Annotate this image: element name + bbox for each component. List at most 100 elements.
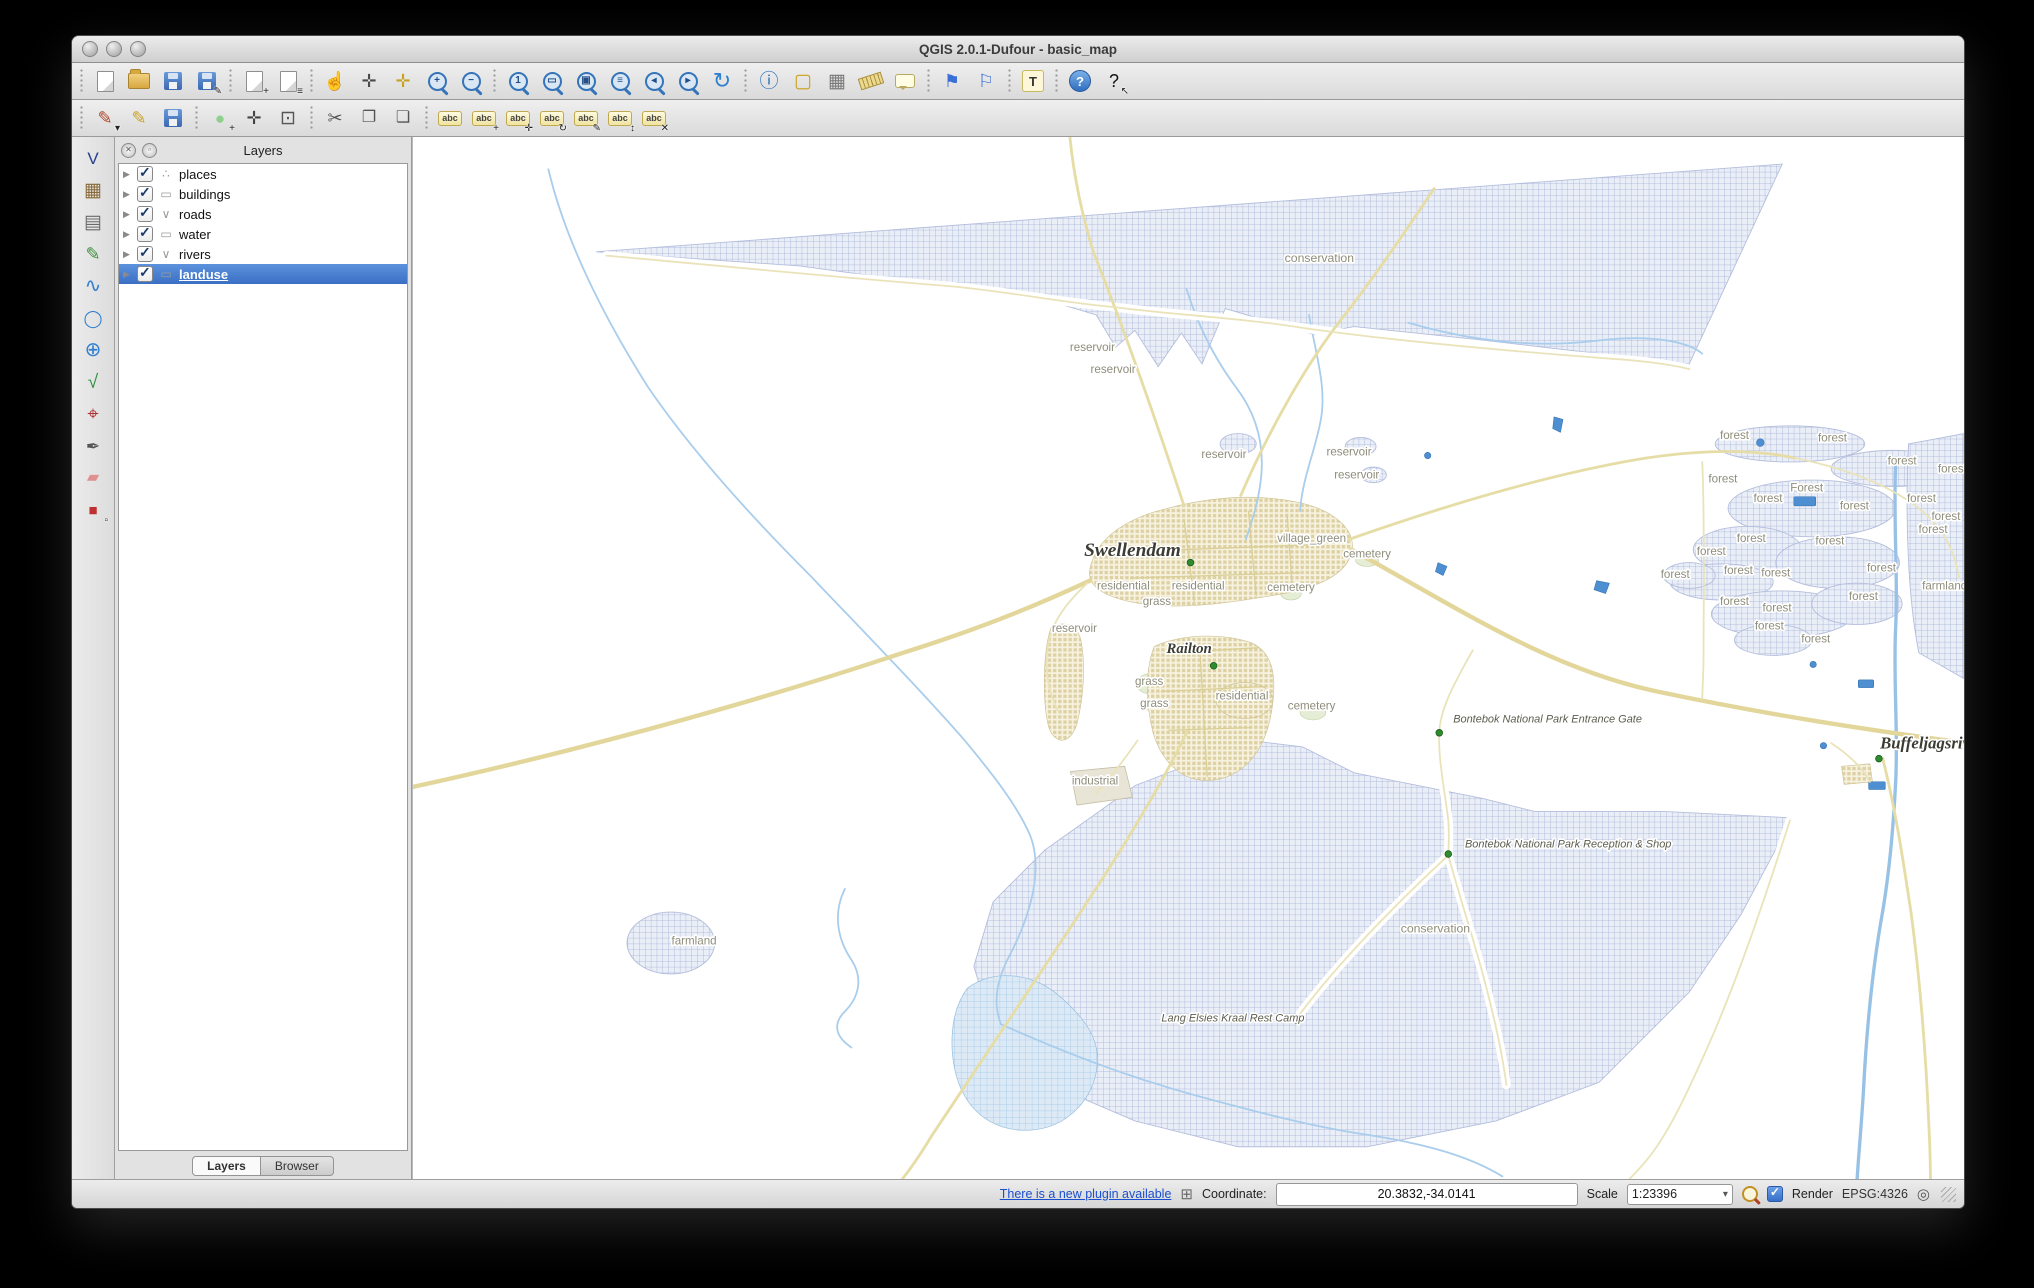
- zoom-last-icon[interactable]: ◂: [638, 66, 670, 96]
- current-edits-icon[interactable]: ✎ ▾: [89, 103, 121, 134]
- layer-name: roads: [179, 206, 212, 222]
- resize-grip[interactable]: [1941, 1186, 1956, 1202]
- layer-name: places: [179, 166, 217, 182]
- spline-plugin-icon[interactable]: ∿: [77, 271, 109, 301]
- labeling-options-icon[interactable]: abc: [434, 103, 466, 133]
- pan-to-selection-icon[interactable]: ✛: [387, 66, 419, 96]
- plugin-builder-icon[interactable]: ■ ▫: [77, 495, 109, 527]
- render-checkbox[interactable]: [1766, 1185, 1783, 1202]
- pin-label-icon[interactable]: abc ↕: [604, 103, 636, 134]
- layer-visibility-checkbox[interactable]: [137, 264, 153, 282]
- zoom-out-icon[interactable]: −: [455, 66, 487, 96]
- expand-arrow[interactable]: ▶: [123, 229, 132, 240]
- map-label: forest: [1737, 532, 1767, 545]
- tab-browser[interactable]: Browser: [260, 1156, 334, 1176]
- crs-status-icon[interactable]: ◎: [1917, 1185, 1930, 1203]
- map-label: forest: [1849, 590, 1879, 603]
- map-label: forest: [1763, 602, 1793, 615]
- pan-map-icon[interactable]: ✛: [353, 66, 385, 96]
- new-project-icon[interactable]: [89, 66, 121, 96]
- eraser-plugin-icon[interactable]: ▰: [77, 463, 109, 493]
- move-feature-icon[interactable]: ✛: [238, 103, 270, 133]
- copy-features-icon[interactable]: ❐: [353, 103, 385, 133]
- add-raster-layer-icon[interactable]: ▦: [77, 175, 109, 205]
- composer-manager-icon[interactable]: ≡: [272, 66, 304, 97]
- maximize-button[interactable]: [130, 41, 146, 57]
- plugin-manager-icon[interactable]: ⊞: [1180, 1185, 1193, 1203]
- touch-zoom-icon[interactable]: ☝: [319, 66, 351, 96]
- new-bookmark-icon[interactable]: ⚑: [936, 66, 968, 96]
- open-project-icon[interactable]: [123, 66, 155, 96]
- expand-arrow[interactable]: ▶: [123, 249, 132, 260]
- checker-plugin-icon[interactable]: √: [77, 367, 109, 397]
- text-annotation-icon[interactable]: T: [1017, 66, 1049, 96]
- expand-arrow[interactable]: ▶: [123, 269, 132, 280]
- map-tips-icon[interactable]: [889, 66, 921, 96]
- layer-item-buildings[interactable]: ▶ ▭ buildings: [119, 184, 407, 204]
- close-button[interactable]: [82, 41, 98, 57]
- add-vector-layer-icon[interactable]: V: [77, 143, 109, 173]
- tab-layers[interactable]: Layers: [192, 1156, 261, 1176]
- expand-arrow[interactable]: ▶: [123, 189, 132, 200]
- layer-item-places[interactable]: ▶ ∴ places: [119, 164, 407, 184]
- layer-item-rivers[interactable]: ▶ ∨ rivers: [119, 244, 407, 264]
- layer-visibility-checkbox[interactable]: [137, 164, 153, 182]
- gps-tools-icon[interactable]: ⌖: [77, 399, 109, 429]
- identify-features-icon[interactable]: ⓘ: [753, 66, 785, 96]
- circle-plugin-icon[interactable]: ◯: [77, 303, 109, 333]
- select-features-icon[interactable]: ▢: [787, 66, 819, 96]
- web-plugin-icon[interactable]: ⊕: [77, 335, 109, 365]
- save-project-icon[interactable]: [157, 66, 189, 96]
- move-label-icon[interactable]: abc ✛: [502, 103, 534, 134]
- zoom-full-icon[interactable]: ▭: [536, 66, 568, 96]
- panel-detach-button[interactable]: ▫: [142, 142, 157, 158]
- minimize-button[interactable]: [106, 41, 122, 57]
- scale-combobox[interactable]: 1:23396 ▾: [1626, 1183, 1733, 1205]
- show-hide-labels-icon[interactable]: abc ✕: [638, 103, 670, 134]
- rotate-label-icon[interactable]: abc ↻: [536, 103, 568, 134]
- annotation-pen-icon[interactable]: ✎: [77, 239, 109, 269]
- cut-features-icon[interactable]: ✂: [319, 103, 351, 133]
- expand-arrow[interactable]: ▶: [123, 169, 132, 180]
- add-label-icon[interactable]: abc +: [468, 103, 500, 134]
- expand-arrow[interactable]: ▶: [123, 209, 132, 220]
- layer-item-water[interactable]: ▶ ▭ water: [119, 224, 407, 244]
- coordinate-input[interactable]: [1275, 1182, 1578, 1206]
- change-label-icon[interactable]: abc ✎: [570, 103, 602, 134]
- zoom-next-icon[interactable]: ▸: [672, 66, 704, 96]
- add-database-layer-icon[interactable]: ▤: [77, 207, 109, 237]
- scale-magnifier-icon[interactable]: [1741, 1186, 1758, 1202]
- pin-plugin-icon[interactable]: ✒: [77, 431, 109, 461]
- add-feature-icon[interactable]: ● +: [204, 103, 236, 135]
- zoom-actual-icon[interactable]: 1: [502, 66, 534, 96]
- refresh-map-icon[interactable]: ↻: [706, 66, 738, 96]
- place-point: [1186, 558, 1195, 567]
- toggle-editing-icon[interactable]: ✎: [123, 103, 155, 133]
- save-layer-edits-icon[interactable]: [157, 103, 189, 133]
- layer-visibility-checkbox[interactable]: [137, 224, 153, 242]
- layer-visibility-checkbox[interactable]: [137, 204, 153, 222]
- node-tool-icon[interactable]: ⊡: [272, 103, 304, 133]
- whats-this-icon[interactable]: ? ↖: [1098, 66, 1130, 97]
- show-bookmarks-icon[interactable]: ⚐: [970, 66, 1002, 96]
- layer-visibility-checkbox[interactable]: [137, 184, 153, 202]
- map-label: forest: [1815, 535, 1845, 548]
- layer-item-roads[interactable]: ▶ ∨ roads: [119, 204, 407, 224]
- paste-features-icon[interactable]: ❏: [387, 103, 419, 133]
- new-composer-icon[interactable]: +: [238, 66, 270, 97]
- map-label: Forest: [1790, 482, 1824, 495]
- layer-item-landuse[interactable]: ▶ ▭ landuse: [119, 264, 407, 284]
- map-canvas[interactable]: conservation reservoir reservoir reservoir r…: [413, 137, 1964, 1179]
- zoom-in-icon[interactable]: +: [421, 66, 453, 96]
- epsg-status[interactable]: EPSG:4326: [1842, 1187, 1908, 1201]
- plugin-available-link[interactable]: There is a new plugin available: [1000, 1187, 1172, 1201]
- layer-visibility-checkbox[interactable]: [137, 244, 153, 262]
- open-attribute-table-icon[interactable]: ▦: [821, 66, 853, 96]
- save-project-as-icon[interactable]: ✎: [191, 66, 223, 97]
- panel-close-button[interactable]: ✕: [121, 142, 136, 158]
- zoom-to-layer-icon[interactable]: ≡: [604, 66, 636, 96]
- measure-line-icon[interactable]: [855, 66, 887, 96]
- map-label: conservation: [1401, 922, 1471, 936]
- help-icon[interactable]: ?: [1064, 66, 1096, 96]
- zoom-to-selection-icon[interactable]: ▣: [570, 66, 602, 96]
